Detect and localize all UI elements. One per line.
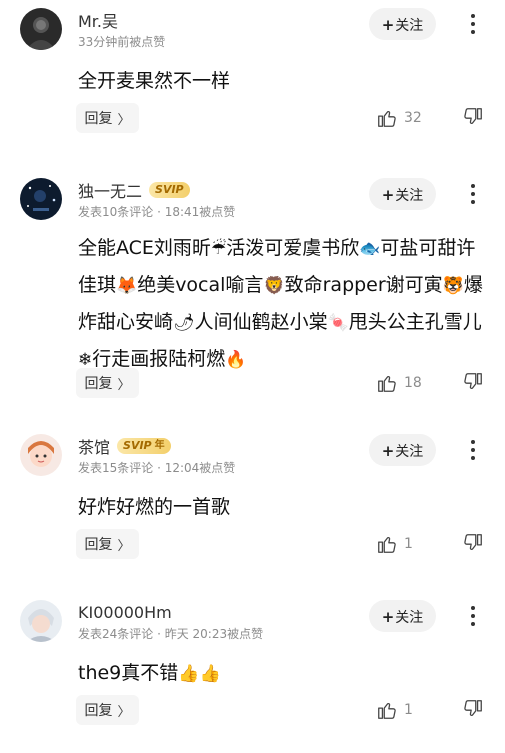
reply-button[interactable]: 回复〉 bbox=[76, 695, 139, 725]
username[interactable]: 茶馆 bbox=[78, 434, 110, 458]
like-count: 1 bbox=[404, 536, 413, 552]
like-count: 1 bbox=[404, 702, 413, 718]
svip-year-label: 年 bbox=[154, 440, 165, 451]
comment-text: 全开麦果然不一样 bbox=[78, 66, 488, 93]
dislike-button[interactable] bbox=[462, 371, 486, 395]
reply-label: 回复 bbox=[84, 376, 113, 392]
comment-text-part: 全能ACE刘雨昕 bbox=[78, 237, 211, 259]
like-button[interactable]: 1 bbox=[376, 698, 426, 722]
more-options-icon[interactable] bbox=[462, 439, 484, 461]
comment-text-part: 行走画报陆柯燃 bbox=[92, 348, 226, 370]
like-button[interactable]: 32 bbox=[376, 106, 426, 130]
umbrella-icon: ☔ bbox=[210, 239, 227, 259]
comment-text: 全能ACE刘雨昕☔活泼可爱虞书欣🐟可盐可甜许佳琪🦊绝美vocal喻言🦁致命rap… bbox=[78, 230, 483, 378]
comment-text-part: 人间仙鹤赵小棠 bbox=[194, 311, 328, 333]
follow-button[interactable]: +关注 bbox=[369, 8, 436, 40]
fox-icon: 🦊 bbox=[116, 276, 138, 296]
like-count: 32 bbox=[404, 110, 422, 126]
thumbs-down-icon bbox=[464, 534, 482, 551]
lion-icon: 🦁 bbox=[263, 276, 285, 296]
comment-text-part: the9真不错 bbox=[78, 662, 179, 684]
snowflake-icon: ❄ bbox=[78, 350, 93, 370]
thumbs-up-emoji-icon: 👍 bbox=[199, 664, 221, 684]
tiger-icon: 🐯 bbox=[442, 276, 464, 296]
thumbs-down-icon bbox=[464, 373, 482, 390]
thumbs-up-icon bbox=[378, 375, 396, 392]
follow-label: 关注 bbox=[395, 18, 424, 34]
svip-label: SVIP bbox=[155, 183, 184, 196]
user-row: KI00000Hm bbox=[78, 601, 172, 623]
comment-text-part: 活泼可爱虞书欣 bbox=[226, 237, 360, 259]
plus-icon: + bbox=[381, 442, 395, 460]
thumbs-up-icon bbox=[378, 702, 396, 719]
comment-text-part: 甩头公主孔雪儿 bbox=[348, 311, 482, 333]
comment-meta: 发表24条评论 · 昨天 20:23被点赞 bbox=[78, 627, 264, 641]
chevron-right-icon: 〉 bbox=[117, 538, 131, 554]
more-options-icon[interactable] bbox=[462, 13, 484, 35]
reply-button[interactable]: 回复〉 bbox=[76, 529, 139, 559]
reply-button[interactable]: 回复〉 bbox=[76, 368, 139, 398]
avatar[interactable] bbox=[20, 600, 62, 642]
pepper-icon: 🌶 bbox=[173, 313, 195, 333]
like-button[interactable]: 1 bbox=[376, 532, 426, 556]
dislike-button[interactable] bbox=[462, 698, 486, 722]
comment-text: the9真不错👍👍 bbox=[78, 658, 488, 685]
reply-label: 回复 bbox=[84, 703, 113, 719]
comment-text-part: 致命rapper谢可寅 bbox=[284, 274, 443, 296]
user-row: 独一无二 SVIP bbox=[78, 179, 190, 201]
comment-text: 好炸好燃的一首歌 bbox=[78, 492, 488, 519]
reply-label: 回复 bbox=[84, 537, 113, 553]
username[interactable]: Mr.吴 bbox=[78, 8, 118, 32]
user-row: 茶馆 SVIP 年 bbox=[78, 435, 171, 457]
follow-button[interactable]: +关注 bbox=[369, 434, 436, 466]
thumbs-down-icon bbox=[464, 108, 482, 125]
reply-button[interactable]: 回复〉 bbox=[76, 103, 139, 133]
svip-label: SVIP bbox=[123, 439, 152, 452]
follow-button[interactable]: +关注 bbox=[369, 178, 436, 210]
reply-label: 回复 bbox=[84, 111, 113, 127]
comment-meta: 发表15条评论 · 12:04被点赞 bbox=[78, 461, 236, 475]
avatar[interactable] bbox=[20, 8, 62, 50]
thumbs-up-icon bbox=[378, 536, 396, 553]
follow-label: 关注 bbox=[395, 188, 424, 204]
username[interactable]: KI00000Hm bbox=[78, 603, 172, 622]
chevron-right-icon: 〉 bbox=[117, 377, 131, 393]
follow-button[interactable]: +关注 bbox=[369, 600, 436, 632]
follow-label: 关注 bbox=[395, 610, 424, 626]
thumbs-up-emoji-icon: 👍 bbox=[178, 664, 200, 684]
fire-icon: 🔥 bbox=[225, 350, 247, 370]
dislike-button[interactable] bbox=[462, 532, 486, 556]
comment-text-part: 好炸好燃的一首歌 bbox=[78, 496, 231, 518]
chevron-right-icon: 〉 bbox=[117, 112, 131, 128]
fish-icon: 🐟 bbox=[359, 239, 381, 259]
dislike-button[interactable] bbox=[462, 106, 486, 130]
thumbs-down-icon bbox=[464, 700, 482, 717]
plus-icon: + bbox=[381, 186, 395, 204]
comment-text-part: 绝美vocal喻言 bbox=[137, 274, 264, 296]
svip-badge: SVIP bbox=[149, 182, 190, 198]
avatar[interactable] bbox=[20, 178, 62, 220]
more-options-icon[interactable] bbox=[462, 605, 484, 627]
chevron-right-icon: 〉 bbox=[117, 704, 131, 720]
user-row: Mr.吴 bbox=[78, 9, 118, 31]
like-button[interactable]: 18 bbox=[376, 371, 426, 395]
comment-meta: 发表10条评论 · 18:41被点赞 bbox=[78, 205, 236, 219]
comment-text-part: 全开麦果然不一样 bbox=[78, 70, 231, 92]
follow-label: 关注 bbox=[395, 444, 424, 460]
plus-icon: + bbox=[381, 608, 395, 626]
thumbs-up-icon bbox=[378, 110, 396, 127]
candy-icon: 🍬 bbox=[327, 313, 349, 333]
avatar[interactable] bbox=[20, 434, 62, 476]
more-options-icon[interactable] bbox=[462, 183, 484, 205]
like-count: 18 bbox=[404, 375, 422, 391]
comment-meta: 33分钟前被点赞 bbox=[78, 35, 166, 49]
username[interactable]: 独一无二 bbox=[78, 178, 142, 202]
svip-badge: SVIP 年 bbox=[117, 438, 171, 454]
plus-icon: + bbox=[381, 16, 395, 34]
